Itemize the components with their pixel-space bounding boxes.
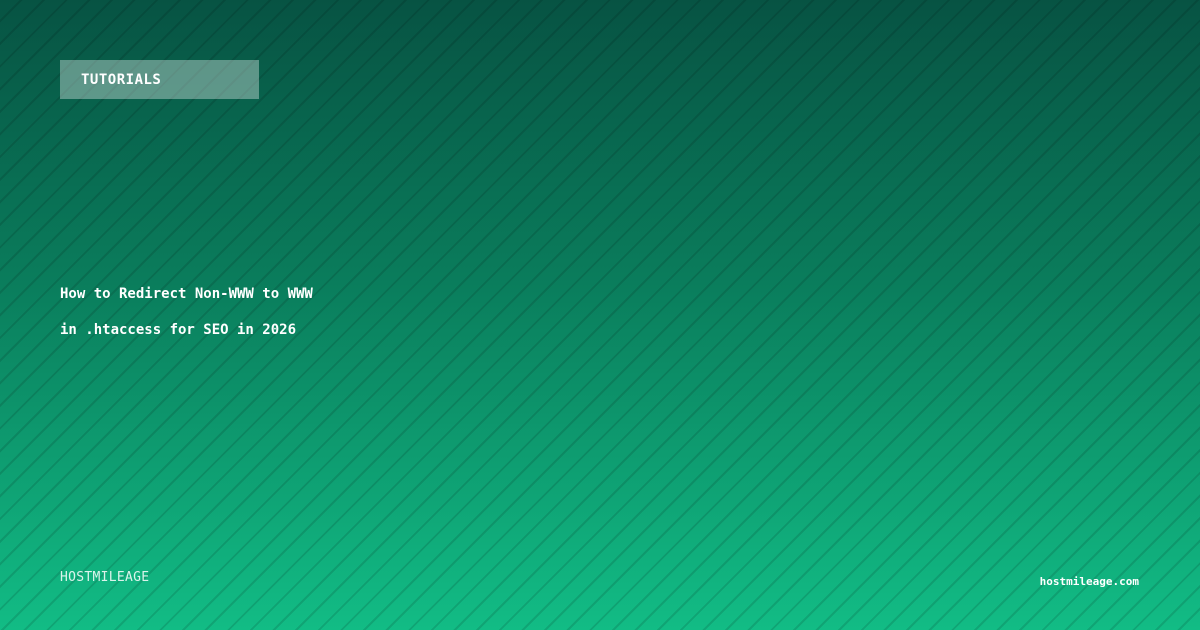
category-label: TUTORIALS xyxy=(81,71,162,88)
post-title: How to Redirect Non-WWW to WWW in .htacc… xyxy=(60,276,760,348)
site-url: hostmileage.com xyxy=(1039,575,1139,588)
featured-image-card: TUTORIALS How to Redirect Non-WWW to WWW… xyxy=(0,0,1200,630)
category-badge: TUTORIALS xyxy=(60,60,259,99)
post-title-line-1: How to Redirect Non-WWW to WWW xyxy=(60,286,313,302)
brand-name: HOSTMILEAGE xyxy=(60,570,150,585)
post-title-line-2: in .htaccess for SEO in 2026 xyxy=(60,322,297,338)
